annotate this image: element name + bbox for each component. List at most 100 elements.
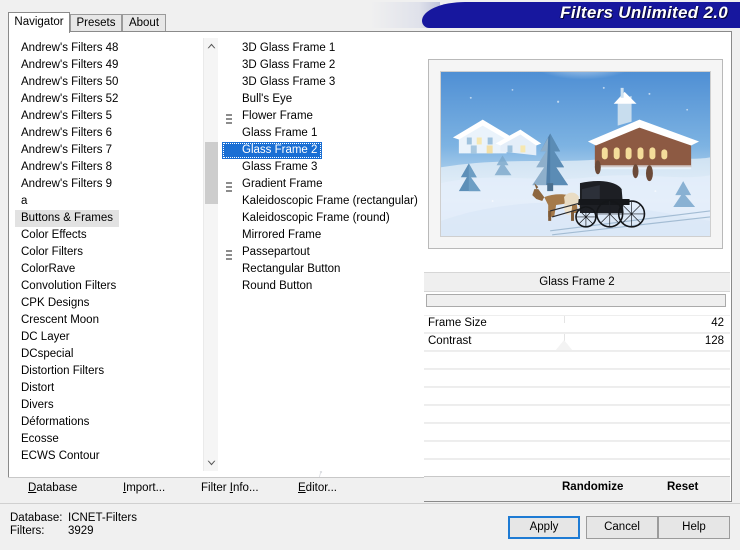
cancel-button[interactable]: Cancel — [586, 516, 658, 539]
tab-strip: Navigator Presets About — [8, 12, 432, 33]
list-item[interactable]: CPK Designs — [15, 297, 89, 309]
import-button[interactable]: Import... — [123, 482, 165, 498]
parameter-row[interactable]: Frame Size 42 — [424, 315, 730, 334]
navigator-panel-inner: Sylviane Andrew's Filters 48 Andrew's Fi… — [9, 32, 449, 501]
list-item[interactable]: Andrew's Filters 6 — [15, 127, 112, 139]
list-item[interactable]: DC Layer — [15, 331, 70, 343]
preset-grip-icon — [226, 250, 232, 260]
list-item[interactable]: Divers — [15, 399, 54, 411]
parameter-row[interactable] — [424, 369, 730, 388]
parameter-value: 42 — [711, 317, 724, 329]
list-item[interactable]: Andrew's Filters 48 — [15, 42, 118, 54]
progress-bar — [426, 294, 726, 307]
list-item[interactable]: Color Filters — [15, 246, 83, 258]
list-item[interactable]: a — [15, 195, 27, 207]
list-item-label: Gradient Frame — [242, 178, 323, 190]
list-item[interactable]: Glass Frame 1 — [222, 127, 317, 139]
list-item[interactable]: Flower Frame — [222, 110, 313, 124]
active-filter-name: Glass Frame 2 — [424, 272, 730, 292]
winter-village-sleigh-image — [441, 72, 710, 236]
navigator-panel: Sylviane Andrew's Filters 48 Andrew's Fi… — [8, 31, 449, 502]
tab-presets[interactable]: Presets — [70, 14, 122, 32]
parameter-label: Contrast — [428, 335, 472, 347]
list-item-selected[interactable]: Glass Frame 2 — [222, 142, 323, 159]
parameter-row[interactable]: Contrast 128 — [424, 333, 730, 352]
parameter-rows: Frame Size 42 Contrast 128 — [424, 315, 730, 465]
list-item-label: Flower Frame — [242, 110, 313, 122]
list-item[interactable]: Distort — [15, 382, 54, 394]
list-item[interactable]: 3D Glass Frame 2 — [222, 59, 335, 71]
list-item[interactable]: Crescent Moon — [15, 314, 99, 326]
editor-button[interactable]: Editor... — [298, 482, 337, 498]
help-button[interactable]: Help — [658, 516, 730, 539]
list-item[interactable]: Bull's Eye — [222, 93, 292, 105]
parameter-row[interactable] — [424, 423, 730, 442]
database-button[interactable]: Database — [28, 482, 77, 498]
parameter-action-bar: Randomize Reset — [424, 476, 730, 501]
apply-button[interactable]: Apply — [508, 516, 580, 539]
slider-tick — [564, 316, 565, 323]
list-item[interactable]: Distortion Filters — [15, 365, 104, 377]
preview-area — [424, 32, 730, 256]
list-item[interactable]: Rectangular Button — [222, 263, 340, 275]
preview-image-container[interactable] — [440, 71, 711, 237]
tab-about[interactable]: About — [122, 14, 166, 32]
list-item[interactable]: Color Effects — [15, 229, 87, 241]
list-item[interactable]: Passepartout — [222, 246, 310, 260]
parameter-label: Frame Size — [428, 317, 487, 329]
parameter-row[interactable] — [424, 441, 730, 460]
category-list-scrollbar[interactable] — [203, 38, 218, 471]
filters-count: 3929 — [68, 525, 94, 537]
parameter-row[interactable] — [424, 387, 730, 406]
database-label: Database: — [10, 512, 63, 524]
list-item[interactable]: Gradient Frame — [222, 178, 323, 192]
slider-track[interactable] — [424, 458, 730, 460]
list-item-label: Passepartout — [242, 246, 310, 258]
filters-label: Filters: — [10, 525, 45, 537]
parameter-row[interactable] — [424, 351, 730, 370]
list-item[interactable]: Mirrored Frame — [222, 229, 321, 241]
footer-bar: Database: ICNET-Filters Filters: 3929 Appl… — [0, 503, 740, 550]
preview-glass-frame — [428, 59, 723, 249]
scroll-down-icon[interactable] — [204, 455, 218, 471]
list-item[interactable]: Kaleidoscopic Frame (rectangular) — [222, 195, 418, 207]
list-item[interactable]: Andrew's Filters 7 — [15, 144, 112, 156]
list-item[interactable]: 3D Glass Frame 1 — [222, 42, 335, 54]
filter-list-items: 3D Glass Frame 1 3D Glass Frame 2 3D Gla… — [222, 38, 425, 471]
navigator-action-bar: Database Import... Filter Info... Editor… — [8, 477, 432, 502]
category-list-items: Andrew's Filters 48 Andrew's Filters 49 … — [15, 38, 202, 471]
scrollbar-thumb[interactable] — [205, 142, 218, 204]
list-item-selected[interactable]: Buttons & Frames — [15, 210, 120, 227]
database-value: ICNET-Filters — [68, 512, 137, 524]
status-info: Database: ICNET-Filters Filters: 3929 — [10, 512, 137, 538]
filter-info-button[interactable]: Filter Info... — [201, 482, 259, 498]
list-item[interactable]: Andrew's Filters 9 — [15, 178, 112, 190]
list-item[interactable]: Ecosse — [15, 433, 59, 445]
list-item[interactable]: Andrew's Filters 50 — [15, 76, 118, 88]
scroll-up-icon[interactable] — [204, 38, 218, 54]
filters-unlimited-window: Filters Unlimited 2.0 Navigator Presets … — [0, 0, 740, 550]
reset-button[interactable]: Reset — [667, 481, 698, 493]
category-list[interactable]: Andrew's Filters 48 Andrew's Filters 49 … — [15, 38, 218, 471]
list-item[interactable]: Déformations — [15, 416, 89, 428]
list-item[interactable]: 3D Glass Frame 3 — [222, 76, 335, 88]
parameter-row[interactable] — [424, 405, 730, 424]
preset-grip-icon — [226, 114, 232, 124]
list-item[interactable]: Andrew's Filters 49 — [15, 59, 118, 71]
preview-and-parameters-panel: Glass Frame 2 Frame Size 42 Contrast 128 — [424, 31, 732, 502]
app-title: Filters Unlimited 2.0 — [560, 3, 728, 22]
list-item[interactable]: ECWS Contour — [15, 450, 100, 462]
tab-navigator[interactable]: Navigator — [8, 12, 70, 33]
list-item[interactable]: ColorRave — [15, 263, 75, 275]
list-item[interactable]: Andrew's Filters 5 — [15, 110, 112, 122]
list-item[interactable]: Round Button — [222, 280, 312, 292]
randomize-button[interactable]: Randomize — [562, 481, 623, 493]
filter-list[interactable]: 3D Glass Frame 1 3D Glass Frame 2 3D Gla… — [222, 38, 425, 471]
list-item[interactable]: Kaleidoscopic Frame (round) — [222, 212, 390, 224]
preset-grip-icon — [226, 182, 232, 192]
list-item[interactable]: Andrew's Filters 8 — [15, 161, 112, 173]
list-item[interactable]: Andrew's Filters 52 — [15, 93, 118, 105]
list-item[interactable]: Glass Frame 3 — [222, 161, 317, 173]
list-item[interactable]: DCspecial — [15, 348, 73, 360]
list-item[interactable]: Convolution Filters — [15, 280, 116, 292]
